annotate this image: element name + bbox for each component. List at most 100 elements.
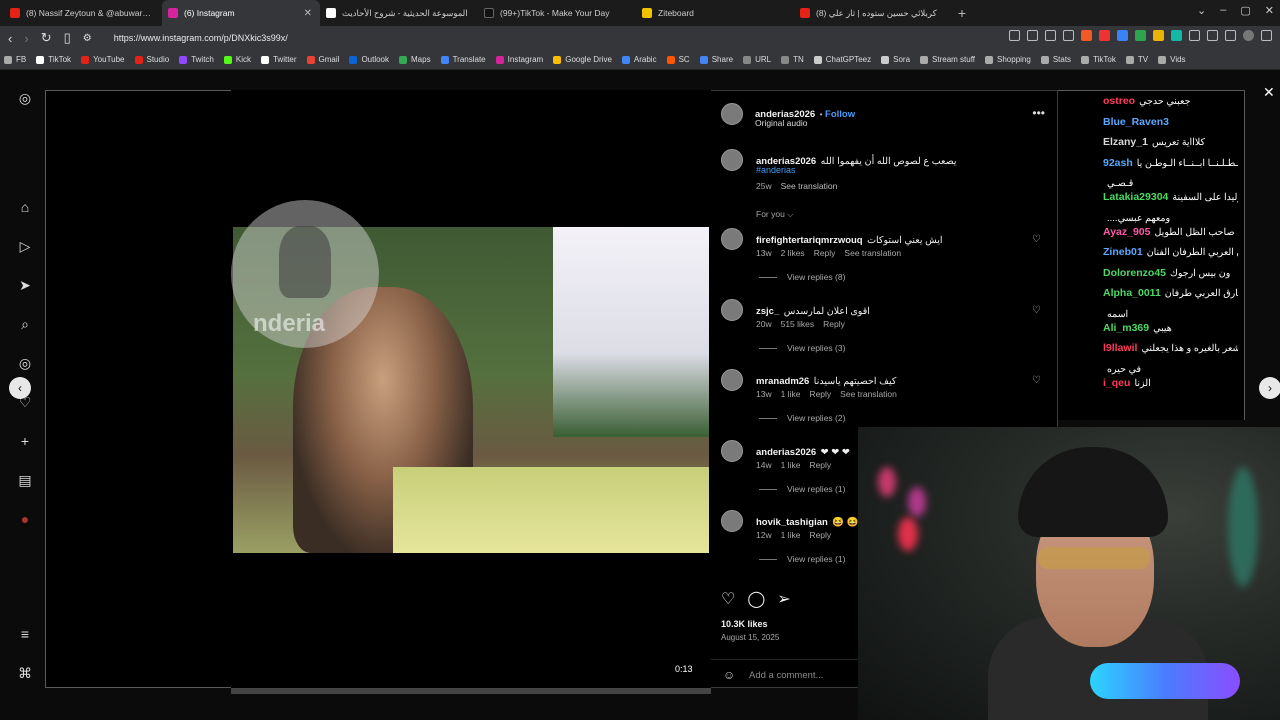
chat-username[interactable]: Dolorenzo45 (1103, 267, 1166, 279)
reload-icon[interactable]: ↻ (41, 30, 52, 46)
bookmark-shopping[interactable]: Shopping (985, 55, 1031, 64)
messages-icon[interactable]: ➤ (17, 277, 33, 293)
threads-icon[interactable]: ⌘ (17, 665, 33, 681)
chat-username[interactable]: i_qeu (1103, 377, 1130, 389)
like-heart-icon[interactable]: ♡ (721, 589, 735, 609)
bookmark-fb[interactable]: FB (4, 55, 26, 64)
bookmark-chatgpteez[interactable]: ChatGPTeez (813, 55, 871, 64)
bookmark-instagram[interactable]: Instagram (495, 55, 543, 64)
bookmark-maps[interactable]: Maps (399, 55, 431, 64)
bookmark-translate[interactable]: Translate (440, 55, 486, 64)
tab-youtube-karbalai[interactable]: (8) كربلائي حسين ستوده | ثار علي (794, 0, 952, 26)
bookmark-google-drive[interactable]: Google Drive (553, 55, 612, 64)
new-tab-button[interactable]: + (952, 5, 972, 21)
brave-shield-icon[interactable] (1081, 30, 1092, 41)
rewards-icon[interactable] (1099, 30, 1110, 41)
bookmark-vids[interactable]: Vids (1158, 55, 1186, 64)
home-icon[interactable]: ⌂ (17, 199, 33, 215)
bookmark-tv[interactable]: TV (1125, 55, 1148, 64)
bookmark-outlook[interactable]: Outlook (349, 55, 389, 64)
comment-likes[interactable]: 2 likes (781, 248, 805, 258)
bookmark-tiktok[interactable]: TikTok (1081, 55, 1116, 64)
share-icon[interactable]: ➢ (777, 589, 790, 609)
author-avatar[interactable] (721, 103, 743, 125)
view-replies-link[interactable]: View replies (1) (759, 554, 845, 564)
commenter-avatar[interactable] (721, 228, 743, 250)
comment-likes[interactable]: 515 likes (781, 319, 815, 329)
reply-link[interactable]: Reply (823, 319, 845, 329)
comment-likes[interactable]: 1 like (781, 530, 801, 540)
tab-ziteboard[interactable]: Ziteboard (636, 0, 794, 26)
bookmark-sora[interactable]: Sora (881, 55, 910, 64)
chat-username[interactable]: Ayaz_905 (1103, 226, 1150, 238)
bookmark-share[interactable]: Share (699, 55, 733, 64)
like-comment-icon[interactable]: ♡ (1032, 375, 1041, 386)
like-comment-icon[interactable]: ♡ (1032, 234, 1041, 245)
chat-username[interactable]: Elzany_1 (1103, 136, 1148, 148)
share-icon[interactable] (1045, 30, 1056, 41)
bookmark-arabic[interactable]: Arabic (621, 55, 657, 64)
video-progress-bar[interactable] (231, 688, 711, 694)
chat-username[interactable]: Latakia29304 (1103, 191, 1168, 203)
video-player[interactable]: nderia 0:13 (231, 90, 711, 688)
chat-username[interactable]: Ali_m369 (1103, 322, 1149, 334)
commenter-avatar[interactable] (721, 369, 743, 391)
close-tab-icon[interactable]: ✕ (304, 8, 312, 19)
cast-icon[interactable] (1027, 30, 1038, 41)
bookmark-twitch[interactable]: Twitch (179, 55, 214, 64)
tab-hadith[interactable]: الموسوعة الحديثية - شروح الأحاديث (320, 0, 478, 26)
bookmark-icon[interactable]: ▯ (64, 30, 71, 46)
comment-username[interactable]: firefightertariqmrzwouq (756, 235, 863, 246)
chat-username[interactable]: Zineb01 (1103, 246, 1143, 258)
extension-teal-icon[interactable] (1171, 30, 1182, 41)
search-icon[interactable]: ⌕ (17, 316, 33, 332)
puzzle-icon[interactable] (1189, 30, 1200, 41)
bookmark-studio[interactable]: Studio (134, 55, 169, 64)
like-comment-icon[interactable]: ♡ (1032, 305, 1041, 316)
site-settings-icon[interactable]: ⚙ (83, 33, 92, 44)
comment-username[interactable]: anderias2026 (756, 447, 816, 458)
caption-hashtag[interactable]: #anderias (756, 165, 796, 175)
view-replies-link[interactable]: View replies (3) (759, 343, 845, 353)
bookmark-stream-stuff[interactable]: Stream stuff (920, 55, 975, 64)
previous-post-button[interactable]: ‹ (9, 377, 31, 399)
more-menu-icon[interactable]: ≡ (17, 626, 33, 642)
menu-icon[interactable] (1261, 30, 1272, 41)
bookmark-url[interactable]: URL (743, 55, 771, 64)
bookmark-youtube[interactable]: YouTube (81, 55, 125, 64)
comment-likes[interactable]: 1 like (781, 389, 801, 399)
chat-username[interactable]: l9llawil (1103, 342, 1137, 354)
back-icon[interactable]: ‹ (8, 31, 12, 46)
star-icon[interactable] (1063, 30, 1074, 41)
view-replies-link[interactable]: View replies (8) (759, 272, 845, 282)
audio-label[interactable]: Original audio (755, 118, 807, 128)
chat-username[interactable]: ostreo (1103, 95, 1135, 107)
bookmark-gmail[interactable]: Gmail (306, 55, 339, 64)
profile-avatar[interactable] (1243, 30, 1254, 41)
extension-green-icon[interactable] (1135, 30, 1146, 41)
bookmark-kick[interactable]: Kick (223, 55, 251, 64)
tab-youtube-nassif[interactable]: (8) Nassif Zeytoun & @abuwardmusic (4, 0, 162, 26)
chevron-down-icon[interactable]: ⌄ (1197, 4, 1206, 17)
chat-username[interactable]: Alpha_0011 (1103, 287, 1161, 299)
close-window-icon[interactable]: ✕ (1265, 4, 1274, 17)
tab-instagram[interactable]: (6) Instagram ✕ (162, 0, 320, 26)
profile-avatar[interactable]: ● (17, 511, 33, 527)
author-avatar[interactable] (721, 149, 743, 171)
add-comment-input[interactable]: Add a comment... (749, 670, 823, 681)
tab-tiktok[interactable]: (99+)TikTok - Make Your Day (478, 0, 636, 26)
see-translation-link[interactable]: See translation (840, 389, 897, 399)
zoom-icon[interactable] (1009, 30, 1020, 41)
reply-link[interactable]: Reply (809, 460, 831, 470)
commenter-avatar[interactable] (721, 299, 743, 321)
follow-button[interactable]: Follow (825, 109, 855, 120)
commenter-avatar[interactable] (721, 510, 743, 532)
create-icon[interactable]: + (17, 433, 33, 449)
for-you-dropdown[interactable]: For you ⌵ (756, 209, 794, 220)
reply-link[interactable]: Reply (809, 530, 831, 540)
comment-username[interactable]: zsjc_ (756, 306, 779, 317)
extension-blue-icon[interactable] (1117, 30, 1128, 41)
explore-icon[interactable]: ◎ (17, 355, 33, 371)
reels-icon[interactable]: ▷ (17, 238, 33, 254)
comment-likes[interactable]: 1 like (781, 460, 801, 470)
